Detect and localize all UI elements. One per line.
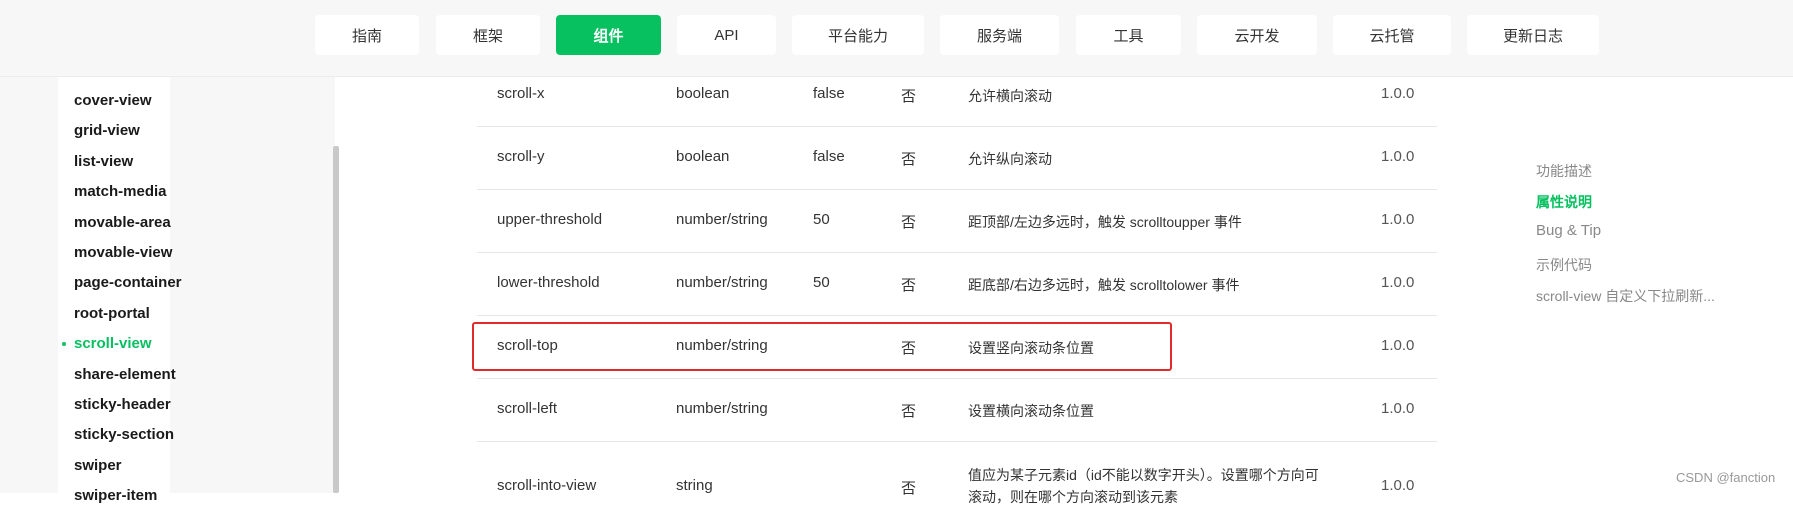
prop-default: 50 xyxy=(813,274,830,291)
prop-default: false xyxy=(813,148,845,165)
table-row: scroll-y boolean false 否 允许纵向滚动 1.0.0 xyxy=(477,126,1437,190)
prop-required: 否 xyxy=(901,88,917,105)
prop-description-line2: 滚动，则在哪个方向滚动到该元素 xyxy=(968,489,1178,505)
table-row: upper-threshold number/string 50 否 距顶部/左… xyxy=(477,189,1437,253)
nav-cloud-hosting[interactable]: 云托管 xyxy=(1333,15,1451,55)
table-row: lower-threshold number/string 50 否 距底部/右… xyxy=(477,252,1437,316)
nav-guide[interactable]: 指南 xyxy=(315,15,419,55)
sidebar-item-movable-view[interactable]: movable-view xyxy=(74,244,172,261)
table-row: scroll-left number/string 否 设置横向滚动条位置 1.… xyxy=(477,378,1437,442)
prop-required: 否 xyxy=(901,480,917,497)
table-row: scroll-into-view string 否 值应为某子元素id（id不能… xyxy=(477,441,1437,521)
prop-type: number/string xyxy=(676,211,768,228)
sidebar-item-cover-view[interactable]: cover-view xyxy=(74,92,152,109)
toc-item-custom-refresh[interactable]: scroll-view 自定义下拉刷新... xyxy=(1536,286,1715,306)
prop-version: 1.0.0 xyxy=(1381,274,1415,291)
sidebar-item-page-container[interactable]: page-container xyxy=(74,274,182,291)
prop-default: 50 xyxy=(813,211,830,228)
prop-description: 距底部/右边多远时，触发 scrolltolower 事件 xyxy=(968,277,1240,293)
sidebar-scrollbar[interactable] xyxy=(333,146,339,493)
prop-type: boolean xyxy=(676,148,730,165)
nav-cloud-dev[interactable]: 云开发 xyxy=(1197,15,1317,55)
watermark: CSDN @fanction xyxy=(1676,470,1776,485)
toc-item-bug-tip[interactable]: Bug & Tip xyxy=(1536,222,1601,239)
prop-description: 设置横向滚动条位置 xyxy=(968,403,1094,419)
prop-version: 1.0.0 xyxy=(1381,337,1415,354)
toc-item-example-code[interactable]: 示例代码 xyxy=(1536,255,1592,275)
nav-server[interactable]: 服务端 xyxy=(940,15,1059,55)
nav-api[interactable]: API xyxy=(677,15,776,55)
prop-version: 1.0.0 xyxy=(1381,477,1415,494)
prop-description: 允许横向滚动 xyxy=(968,88,1052,104)
prop-required: 否 xyxy=(901,214,917,231)
nav-tools[interactable]: 工具 xyxy=(1076,15,1181,55)
prop-required: 否 xyxy=(901,277,917,294)
prop-name: scroll-left xyxy=(497,400,558,417)
sidebar-item-scroll-view[interactable]: scroll-view xyxy=(74,335,152,352)
prop-name: lower-threshold xyxy=(497,274,600,291)
highlight-annotation-box xyxy=(472,322,1172,371)
sidebar-item-swiper[interactable]: swiper xyxy=(74,457,122,474)
prop-description: 允许纵向滚动 xyxy=(968,151,1052,167)
active-indicator-dot xyxy=(62,342,66,346)
prop-name: scroll-x xyxy=(497,85,545,102)
nav-framework[interactable]: 框架 xyxy=(436,15,540,55)
prop-description: 值应为某子元素id（id不能以数字开头）。设置哪个方向可 xyxy=(968,467,1319,483)
sidebar-item-list-view[interactable]: list-view xyxy=(74,153,133,170)
nav-platform-capabilities[interactable]: 平台能力 xyxy=(792,15,924,55)
toc-item-description[interactable]: 功能描述 xyxy=(1536,161,1592,181)
sidebar-item-sticky-header[interactable]: sticky-header xyxy=(74,396,171,413)
prop-type: number/string xyxy=(676,274,768,291)
prop-name: upper-threshold xyxy=(497,211,603,228)
prop-type: string xyxy=(676,477,713,494)
prop-description: 距顶部/左边多远时，触发 scrolltoupper 事件 xyxy=(968,214,1242,230)
prop-name: scroll-into-view xyxy=(497,477,597,494)
sidebar-item-swiper-item[interactable]: swiper-item xyxy=(74,487,157,504)
nav-changelog[interactable]: 更新日志 xyxy=(1467,15,1599,55)
sidebar-item-root-portal[interactable]: root-portal xyxy=(74,305,150,322)
prop-default: false xyxy=(813,85,845,102)
toc-item-properties[interactable]: 属性说明 xyxy=(1536,192,1592,212)
prop-required: 否 xyxy=(901,403,917,420)
prop-name: scroll-y xyxy=(497,148,545,165)
sidebar-item-share-element[interactable]: share-element xyxy=(74,366,176,383)
prop-type: boolean xyxy=(676,85,730,102)
table-row: scroll-x boolean false 否 允许横向滚动 1.0.0 xyxy=(477,63,1437,127)
prop-version: 1.0.0 xyxy=(1381,211,1415,228)
nav-components[interactable]: 组件 xyxy=(556,15,661,55)
sidebar-item-grid-view[interactable]: grid-view xyxy=(74,122,140,139)
prop-version: 1.0.0 xyxy=(1381,400,1415,417)
prop-type: number/string xyxy=(676,400,768,417)
sidebar-item-movable-area[interactable]: movable-area xyxy=(74,214,171,231)
sidebar-item-match-media[interactable]: match-media xyxy=(74,183,167,200)
prop-version: 1.0.0 xyxy=(1381,148,1415,165)
sidebar-item-sticky-section[interactable]: sticky-section xyxy=(74,426,174,443)
prop-version: 1.0.0 xyxy=(1381,85,1415,102)
prop-required: 否 xyxy=(901,151,917,168)
